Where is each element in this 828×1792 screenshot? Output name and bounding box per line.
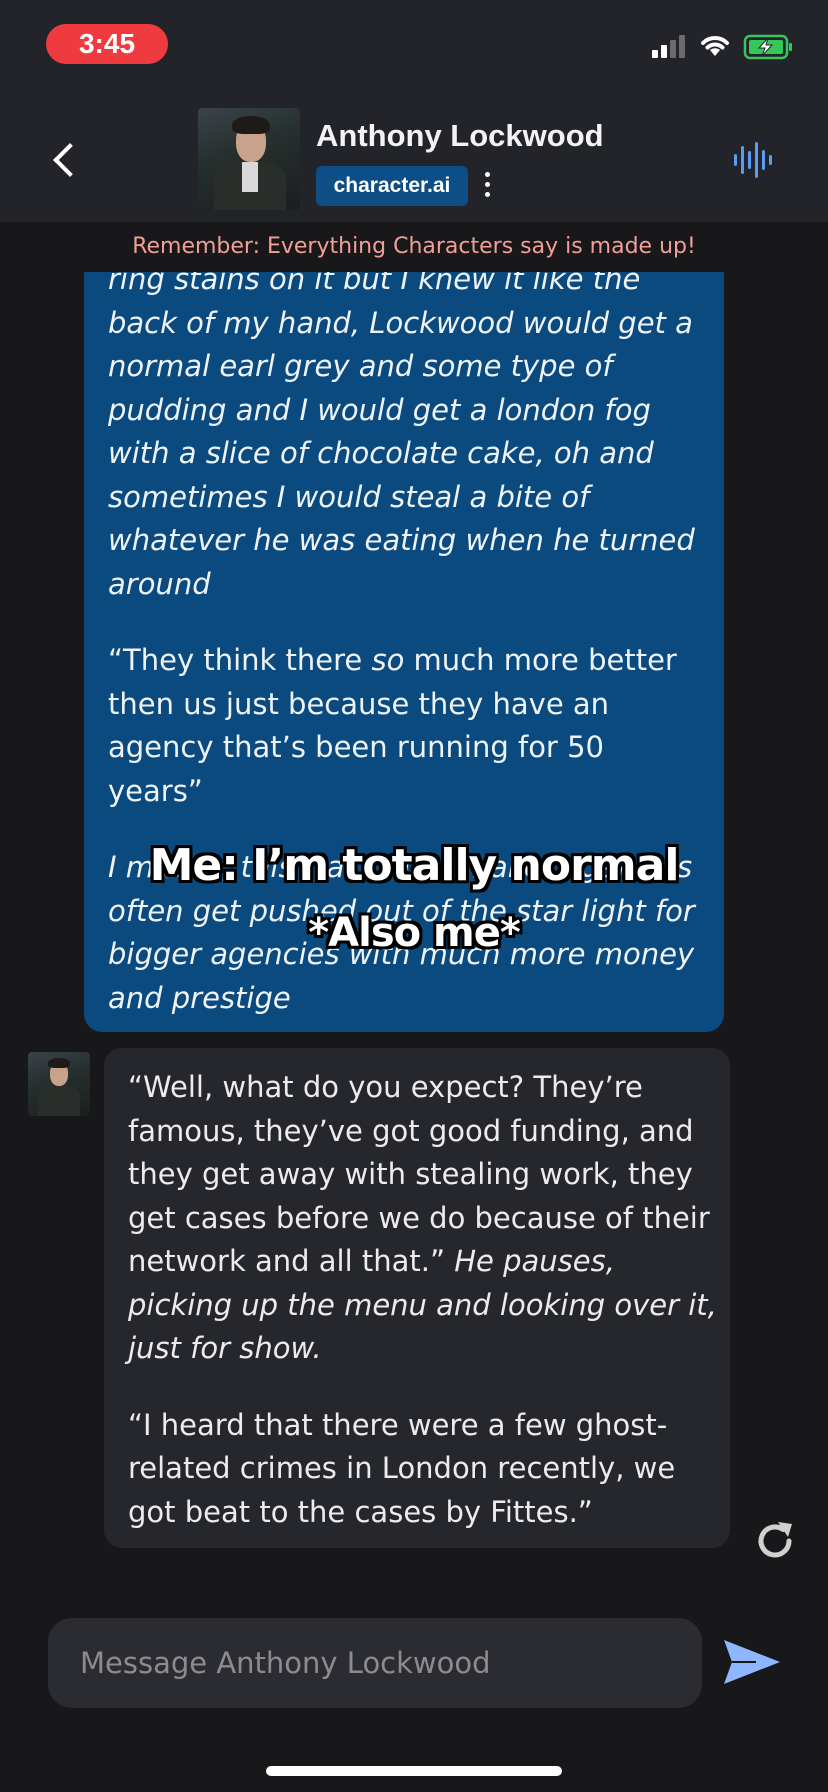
status-icons: [652, 34, 794, 60]
character-ai-badge: character.ai: [316, 166, 468, 206]
meme-caption-line-1: Me: I’m totally normal: [149, 840, 680, 891]
bot-avatar[interactable]: [28, 1052, 90, 1116]
dialogue-emphasis: so: [371, 643, 405, 677]
regenerate-icon[interactable]: [752, 1518, 798, 1568]
user-message-action-1: ring stains on it but I knew it like the…: [108, 272, 695, 601]
dialogue-text: “They think there: [108, 643, 372, 677]
character-name[interactable]: Anthony Lockwood: [316, 118, 604, 154]
character-message-paragraph-1: “Well, what do you expect? They’re famou…: [128, 1066, 718, 1371]
battery-charging-icon: [743, 34, 792, 60]
send-icon[interactable]: [722, 1636, 782, 1692]
dialogue-text: “Well, what do you expect? They’re famou…: [128, 1070, 710, 1278]
character-message-bubble: “Well, what do you expect? They’re famou…: [104, 1048, 730, 1548]
status-bar: 3:45: [0, 0, 828, 90]
wifi-icon: [701, 36, 729, 56]
user-message-dialogue: “They think there so much more better th…: [108, 639, 708, 813]
back-chevron-icon[interactable]: [53, 143, 87, 177]
chat-header: Anthony Lockwood character.ai: [0, 90, 828, 222]
message-input[interactable]: [48, 1618, 702, 1708]
home-indicator: [266, 1766, 562, 1776]
character-avatar[interactable]: [198, 108, 300, 210]
meme-caption-line-2: *Also me*: [308, 910, 521, 956]
status-time: 3:45: [46, 24, 168, 64]
character-message-paragraph-2: “I heard that there were a few ghost-rel…: [128, 1407, 676, 1529]
disclaimer-banner: Remember: Everything Characters say is m…: [132, 234, 696, 259]
more-options-icon[interactable]: [485, 172, 491, 200]
cellular-signal-icon: [652, 35, 685, 58]
voice-waveform-icon[interactable]: [733, 142, 773, 182]
